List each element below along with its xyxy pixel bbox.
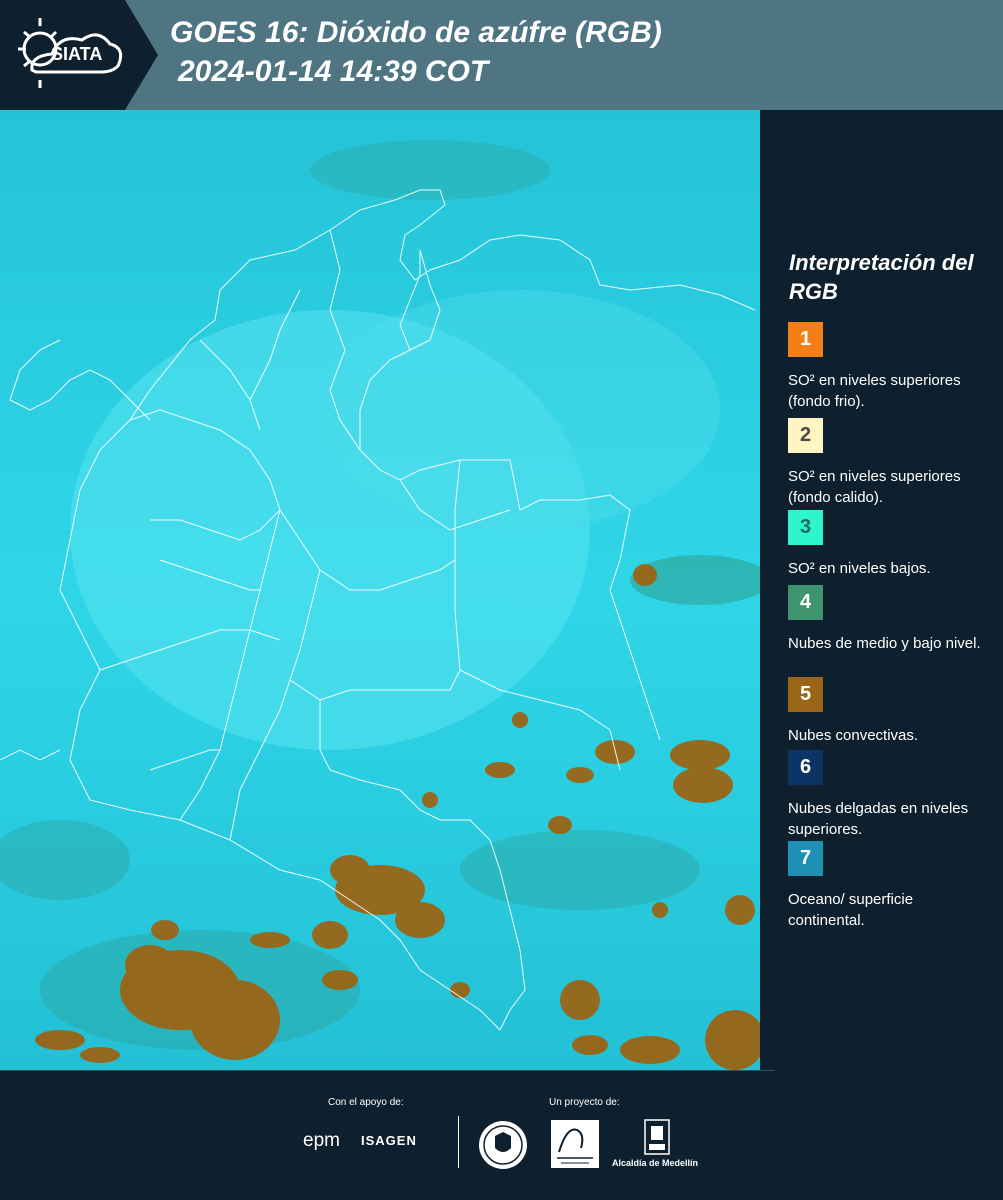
legend-label: Oceano/ superficie continental. <box>788 891 914 929</box>
logo-text: SIATA <box>51 44 103 64</box>
legend-item-3: 3 SO² en niveles bajos. <box>788 510 993 579</box>
legend-swatch: 4 <box>788 585 823 620</box>
support-label: Con el apoyo de: <box>328 1097 404 1108</box>
isagen-logo[interactable]: ISAGEN <box>361 1133 417 1148</box>
legend-label: Nubes convectivas. <box>788 727 919 744</box>
legend-swatch: 7 <box>788 841 823 876</box>
legend-label: SO² en niveles superiores (fondo calido)… <box>788 468 961 506</box>
legend-swatch: 5 <box>788 677 823 712</box>
legend-label: Nubes de medio y bajo nivel. <box>788 635 981 652</box>
epm-logo[interactable]: epm <box>303 1130 340 1152</box>
legend-item-4: 4 Nubes de medio y bajo nivel. <box>788 585 993 654</box>
legend-item-5: 5 Nubes convectivas. <box>788 677 993 746</box>
legend-item-7: 7 Oceano/ superficie continental. <box>788 841 993 931</box>
legend-title: Interpretación del RGB <box>789 250 974 304</box>
footer: Con el apoyo de: Un proyecto de: epm ISA… <box>0 1070 1003 1200</box>
siata-logo[interactable]: SIATA <box>0 0 158 110</box>
legend-label: SO² en niveles bajos. <box>788 560 931 577</box>
footer-divider-line <box>0 1070 775 1071</box>
project-label: Un proyecto de: <box>549 1097 620 1108</box>
footer-vertical-divider <box>458 1116 459 1168</box>
page-title: GOES 16: Dióxido de azúfre (RGB) <box>170 16 662 49</box>
legend-label: SO² en niveles superiores (fondo frio). <box>788 372 961 410</box>
rgb-legend: Interpretación del RGB 1 SO² en niveles … <box>760 110 1003 1070</box>
legend-item-1: 1 SO² en niveles superiores (fondo frio)… <box>788 322 993 412</box>
satellite-map[interactable] <box>0 110 760 1070</box>
legend-swatch: 1 <box>788 322 823 357</box>
legend-item-6: 6 Nubes delgadas en niveles superiores. <box>788 750 993 840</box>
university-seal-icon[interactable] <box>478 1120 528 1170</box>
header-bar: SIATA GOES 16: Dióxido de azúfre (RGB) 2… <box>0 0 1003 110</box>
legend-swatch: 3 <box>788 510 823 545</box>
area-metropolitana-logo[interactable] <box>551 1120 599 1168</box>
area-metropolitana-icon <box>557 1128 593 1164</box>
page-timestamp: 2024-01-14 14:39 COT <box>178 55 489 88</box>
legend-item-2: 2 SO² en niveles superiores (fondo calid… <box>788 418 993 508</box>
satellite-map-image <box>0 110 760 1070</box>
legend-label: Nubes delgadas en niveles superiores. <box>788 800 969 838</box>
alcaldia-logo-text: Alcaldía de Medellín <box>612 1158 699 1168</box>
legend-swatch: 2 <box>788 418 823 453</box>
alcaldia-shield-icon[interactable] <box>643 1118 671 1156</box>
legend-swatch: 6 <box>788 750 823 785</box>
